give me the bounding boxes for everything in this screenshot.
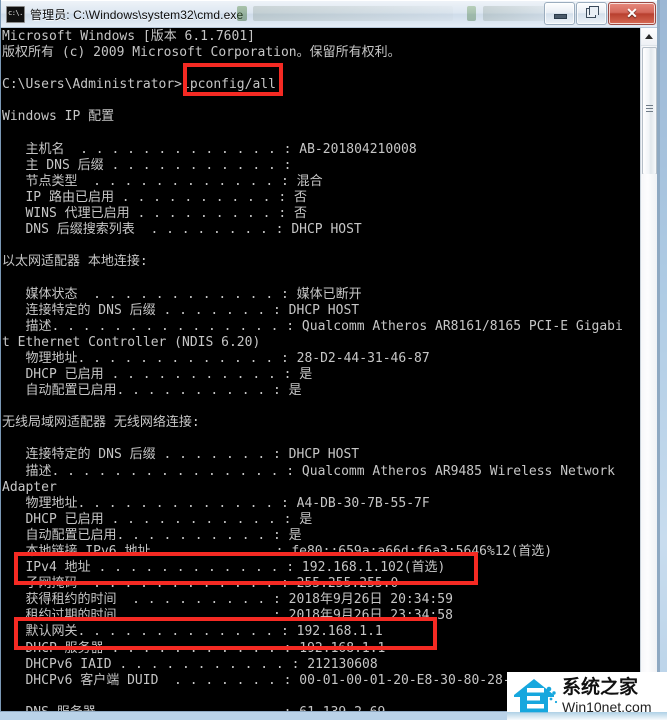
window-titlebar[interactable]: 管理员: C:\Windows\system32\cmd.exe ✕ [1, 0, 657, 28]
console-line: IP 路由已启用 . . . . . . . . . . : 否 [2, 189, 307, 205]
console-line: 默认网关. . . . . . . . . . . . . : 192.168.… [2, 624, 383, 640]
house-logo-icon [510, 675, 560, 717]
console-line: 节点类型 . . . . . . . . . . . . : 混合 [2, 173, 323, 189]
console-line: DHCPv6 IAID . . . . . . . . . . . : 2121… [2, 656, 378, 672]
console-line: Adapter [2, 479, 57, 495]
console-line: DNS 后缀搜索列表 . . . . . . . . : DHCP HOST [2, 222, 362, 238]
window-title: 管理员: C:\Windows\system32\cmd.exe [30, 7, 244, 22]
console-line: Windows IP 配置 [2, 109, 115, 125]
chevron-up-icon [645, 34, 653, 39]
console-line: 无线局域网适配器 无线网络连接: [2, 415, 200, 431]
watermark-reflection [507, 712, 667, 720]
console-line: 物理地址. . . . . . . . . . . . . : 28-D2-44… [2, 350, 430, 366]
cmd-icon [6, 5, 25, 23]
console-line: 连接特定的 DNS 后缀 . . . . . . . : DHCP HOST [2, 302, 360, 318]
console-line: 主 DNS 后缀 . . . . . . . . . . . : [2, 157, 292, 173]
console-line: 获得租约的时间 . . . . . . . . . : 2018年9月26日 2… [2, 592, 453, 608]
console-line: 以太网适配器 本地连接: [2, 254, 148, 270]
console-line: DHCP 已启用 . . . . . . . . . . . : 是 [2, 366, 313, 382]
console-text: Microsoft Windows [版本 6.1.7601] 版权所有 (c) … [1, 28, 623, 711]
console-line: 主机名 . . . . . . . . . . . . . : AB-20180… [2, 141, 417, 157]
console-line: 连接特定的 DNS 后缀 . . . . . . . : DHCP HOST [2, 447, 360, 463]
scrollbar-up-button[interactable] [641, 28, 657, 46]
console-line: C:\Users\Administrator>ipconfig/all [2, 77, 276, 93]
console-line: 媒体状态 . . . . . . . . . . . . : 媒体已断开 [2, 286, 362, 302]
command-prompt-window: 管理员: C:\Windows\system32\cmd.exe ✕ Micro… [0, 0, 660, 712]
console-line: DHCP 服务器 . . . . . . . . . . . : 192.168… [2, 640, 386, 656]
console-line: IPv4 地址 . . . . . . . . . . . . : 192.16… [2, 560, 446, 576]
minimize-button[interactable] [544, 2, 575, 25]
console-scrollbar[interactable] [640, 28, 657, 711]
console-line: 本地链接 IPv6 地址. . . . . . . . : fe80::659a… [2, 544, 553, 559]
console-line: WINS 代理已启用 . . . . . . . . . : 否 [2, 206, 307, 222]
close-icon: ✕ [626, 5, 638, 21]
console-line: DHCP 已启用 . . . . . . . . . . . : 是 [2, 511, 313, 527]
console-line: Microsoft Windows [版本 6.1.7601] [2, 29, 255, 44]
console-line: 租约过期的时间 . . . . . . . . . : 2018年9月26日 2… [2, 608, 453, 624]
console-line: 版权所有 (c) 2009 Microsoft Corporation。保留所有… [2, 45, 401, 61]
watermark-cn-text: 系统之家 [562, 676, 639, 698]
console-line: 自动配置已启用. . . . . . . . . . : 是 [2, 383, 302, 399]
grip-icon [646, 105, 653, 112]
console-line: 描述. . . . . . . . . . . . . . . : Qualco… [2, 318, 623, 334]
scrollbar-thumb[interactable] [642, 47, 657, 175]
console-line: 子网掩码 . . . . . . . . . . . . : 255.255.2… [2, 576, 399, 592]
scrollbar-track[interactable] [641, 174, 657, 711]
console-line: t Ethernet Controller (NDIS 6.20) [2, 334, 261, 350]
console-line: 描述. . . . . . . . . . . . . . . : Qualco… [2, 463, 615, 479]
console-line: 物理地址. . . . . . . . . . . . . : A4-DB-30… [2, 495, 430, 511]
close-button[interactable]: ✕ [608, 2, 656, 25]
console-output-area[interactable]: Microsoft Windows [版本 6.1.7601] 版权所有 (c) … [1, 28, 657, 711]
window-controls: ✕ [543, 2, 656, 25]
console-line: 自动配置已启用. . . . . . . . . . : 是 [2, 527, 302, 543]
restore-icon [586, 6, 599, 18]
minimize-icon [554, 14, 567, 19]
restore-button[interactable] [576, 2, 607, 25]
